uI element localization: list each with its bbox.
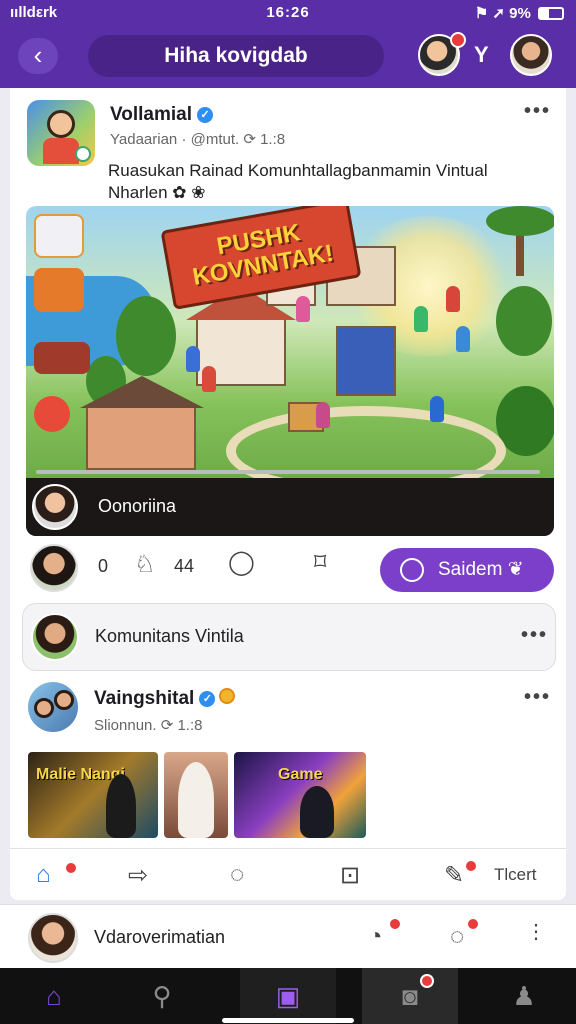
send-icon <box>400 558 424 582</box>
tab-label[interactable]: Tlcert <box>494 865 537 885</box>
user-label[interactable]: Vdaroverimatian <box>94 927 225 948</box>
home-icon[interactable]: ⌂ <box>36 861 51 889</box>
profile-avatar[interactable] <box>510 34 552 76</box>
character-icon <box>34 396 70 432</box>
page-title[interactable]: Hiha kovigdab <box>88 35 384 77</box>
post-image[interactable]: PUSHK KOVNNTAK! Oonoriina <box>26 206 554 536</box>
avatar[interactable] <box>32 484 78 530</box>
battery-text: 9% <box>509 5 531 22</box>
media-thumbnail[interactable] <box>164 752 228 838</box>
emoji-icon: ✿ ❀ <box>172 183 206 202</box>
avatar[interactable] <box>28 913 78 963</box>
back-arrow-icon: ‹ <box>33 40 43 70</box>
back-button[interactable]: ‹ <box>18 38 58 74</box>
verified-icon: ✓ <box>197 107 214 123</box>
shop-icon <box>34 268 84 312</box>
reaction-icon: ❦ <box>507 559 524 580</box>
send-label: Saidem <box>438 559 503 580</box>
user-bar: Vdaroverimatian ◔ ◌ ⋮ <box>0 904 576 968</box>
notification-badge <box>388 917 402 931</box>
video-progress-bar[interactable] <box>36 470 540 474</box>
verified-icon: ✓ <box>199 691 216 707</box>
post-tab-bar: ⌂ ⇨ ◌ ⊡ ✎ Tlcert <box>10 848 566 900</box>
avatar <box>31 613 79 661</box>
filter-icon[interactable]: Y <box>474 42 489 68</box>
avatar[interactable] <box>28 682 78 732</box>
send-button[interactable]: Saidem ❦ <box>380 548 554 592</box>
thumbs-up-icon[interactable]: ♘ <box>134 550 156 579</box>
media-thumbnail[interactable]: Malie Nangi <box>28 752 158 838</box>
chat-bubble-icon[interactable]: ◯ <box>228 548 255 577</box>
status-bar: ıılldεrk 16:26 ⚑ ➚ 9% <box>0 0 576 26</box>
thumbnail-text: Game <box>278 766 323 783</box>
notification-badge <box>420 974 434 988</box>
activity-icon[interactable]: ◔ <box>368 923 383 951</box>
community-row[interactable]: Komunitans Vintila ••• <box>22 603 556 671</box>
post-author[interactable]: Vollamial ✓ <box>110 104 214 126</box>
user-icon[interactable]: ♟ <box>476 968 572 1024</box>
camera-icon[interactable]: ▣ <box>240 968 336 1024</box>
search-icon[interactable]: ⚲ <box>114 968 210 1024</box>
battery-icon <box>538 7 564 20</box>
bottom-nav: ⌂ ⚲ ▣ ◙ ♟ <box>0 968 576 1024</box>
feed-card: Vollamial ✓ Yadaarian · @mtut. ⟳ 1.:8 •••… <box>10 88 566 900</box>
app-header: ıılldεrk 16:26 ⚑ ➚ 9% ‹ Hiha kovigdab Y <box>0 0 576 88</box>
status-right: ⚑ ➚ 9% <box>475 4 564 22</box>
home-icon[interactable]: ⌂ <box>6 968 102 1024</box>
more-options-icon[interactable]: ••• <box>524 686 551 709</box>
kebab-menu-icon[interactable]: ⋮ <box>526 922 546 942</box>
more-options-icon[interactable]: ••• <box>521 624 548 647</box>
post-author-name: Vaingshital <box>94 688 195 709</box>
post-meta: Yadaarian · @mtut. ⟳ 1.:8 <box>110 131 286 148</box>
more-options-icon[interactable]: ••• <box>524 100 551 123</box>
post-author-name: Vollamial <box>110 104 193 125</box>
post-meta: Slionnun. ⟳ 1.:8 <box>94 717 203 734</box>
game-app-icon[interactable] <box>27 100 95 166</box>
gold-badge-icon <box>219 688 236 704</box>
chat-app-icon <box>34 214 84 258</box>
media-thumbnail[interactable]: Game <box>234 752 366 838</box>
post-text-body: Ruasukan Rainad Komunhtallagbanmamin Vin… <box>108 161 488 202</box>
community-label: Komunitans Vintila <box>95 626 244 646</box>
comments-count: 0 <box>98 556 109 576</box>
share-icon[interactable]: ⇨ <box>128 861 148 890</box>
video-caption-bar: Oonoriina <box>26 478 554 536</box>
post-author[interactable]: Vaingshital ✓ <box>94 688 236 710</box>
bookmark-icon[interactable]: ⌑ <box>314 548 326 577</box>
home-indicator <box>222 1018 354 1023</box>
notification-badge <box>464 859 478 873</box>
signal-icon: ⚑ ➚ <box>474 5 510 22</box>
post-text: Ruasukan Rainad Komunhtallagbanmamin Vin… <box>108 160 548 204</box>
sign-icon <box>34 342 90 374</box>
pin-icon[interactable]: ✎ <box>444 861 464 890</box>
video-icon[interactable]: ◙ <box>362 968 458 1024</box>
chat-bubble-icon[interactable]: ◌ <box>230 861 244 889</box>
chat-bubble-icon[interactable]: ◌ <box>450 923 464 951</box>
map-icon[interactable]: ⊡ <box>340 861 360 890</box>
avatar[interactable] <box>30 544 78 592</box>
notification-badge <box>450 32 466 48</box>
likes-count: 44 <box>174 556 195 576</box>
notification-badge <box>466 917 480 931</box>
notification-badge <box>64 861 78 875</box>
video-caption: Oonoriina <box>98 496 177 516</box>
